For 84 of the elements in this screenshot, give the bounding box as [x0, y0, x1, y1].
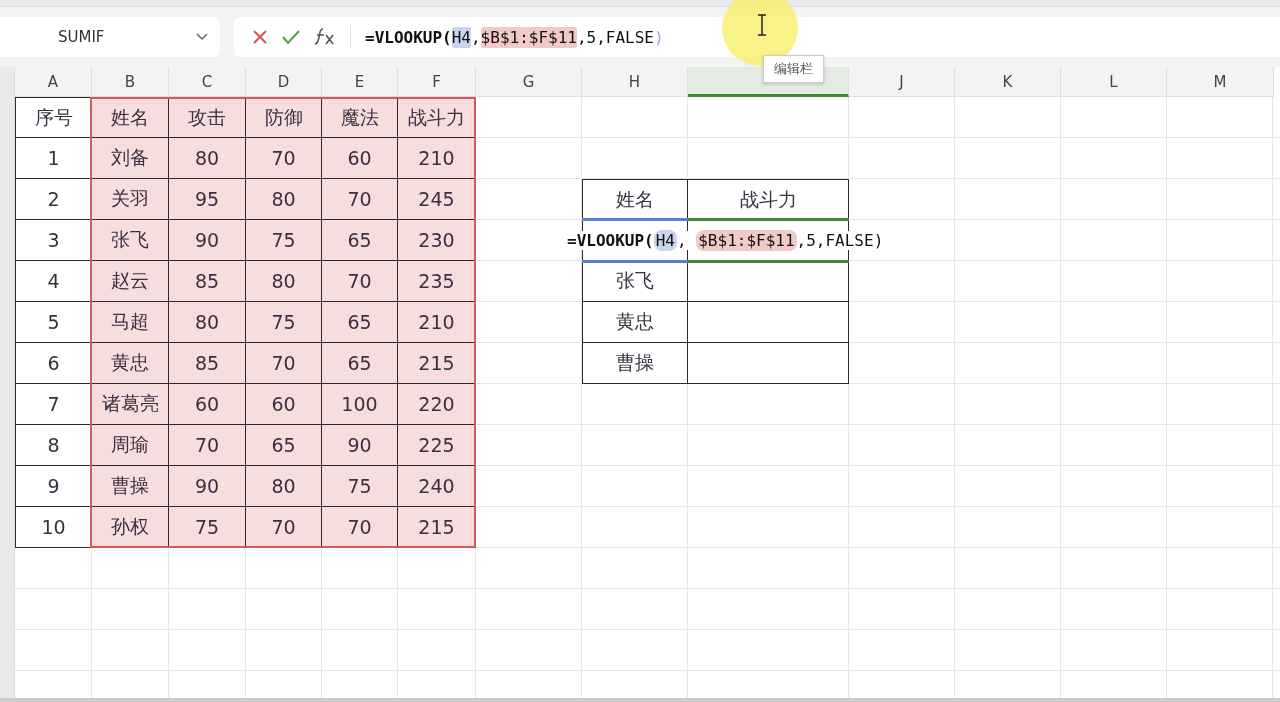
table-cell: 80 [246, 179, 322, 220]
table-cell: 6 [15, 343, 92, 384]
column-heading: 姓名 [92, 97, 169, 138]
table-cell: 刘备 [92, 138, 169, 179]
formula-text: ,5,FALSE [796, 230, 874, 251]
table-cell: 黄忠 [582, 302, 688, 343]
table-cell: 赵云 [92, 261, 169, 302]
table-cell: 65 [322, 220, 398, 261]
table-cell: 黄忠 [92, 343, 169, 384]
cell-reference: H4 [451, 26, 471, 48]
column-heading: 战斗力 [398, 97, 476, 138]
table-cell: 70 [169, 425, 246, 466]
table-cell: 80 [169, 302, 246, 343]
table-cell: 2 [15, 179, 92, 220]
table-cell: 70 [246, 138, 322, 179]
table-cell: 4 [15, 261, 92, 302]
table-cell: 215 [398, 507, 476, 548]
column-heading: 防御 [246, 97, 322, 138]
formula-text: ,5,FALSE [576, 26, 654, 48]
table-cell: 230 [398, 220, 476, 261]
table-cell: 220 [398, 384, 476, 425]
table-cell: 9 [15, 466, 92, 507]
table-cell: 85 [169, 261, 246, 302]
table-cell: 曹操 [582, 343, 688, 384]
table-cell: 65 [322, 343, 398, 384]
table-cell: 马超 [92, 302, 169, 343]
formula-text: , [470, 26, 481, 48]
table-cell: 210 [398, 138, 476, 179]
cell-reference: $B$1:$F$11 [480, 26, 577, 48]
column-heading: 魔法 [322, 97, 398, 138]
table-cell: 90 [322, 425, 398, 466]
table-cell: 75 [246, 220, 322, 261]
table-cell: 60 [246, 384, 322, 425]
table-cell: 张飞 [92, 220, 169, 261]
closing-parenthesis: ) [873, 230, 884, 251]
cell-reference: $B$1:$F$11 [696, 230, 797, 251]
table-cell: 95 [169, 179, 246, 220]
table-cell: 10 [15, 507, 92, 548]
table-cell: 215 [398, 343, 476, 384]
table-cell: 张飞 [582, 261, 688, 302]
table-cell: 80 [246, 466, 322, 507]
table-cell: 65 [246, 425, 322, 466]
table-cell: 5 [15, 302, 92, 343]
table-cell: 1 [15, 138, 92, 179]
table-cell: 90 [169, 220, 246, 261]
table-cell: 曹操 [92, 466, 169, 507]
table-cell: 65 [322, 302, 398, 343]
table-cell: 7 [15, 384, 92, 425]
column-heading: 攻击 [169, 97, 246, 138]
table-cell: 70 [322, 261, 398, 302]
closing-parenthesis: ) [654, 26, 664, 48]
table-cell: 60 [322, 138, 398, 179]
table-cell: 70 [322, 179, 398, 220]
table-cell: 100 [322, 384, 398, 425]
table-cell: 225 [398, 425, 476, 466]
table-cell: 80 [246, 261, 322, 302]
column-heading: 姓名 [582, 179, 688, 220]
table-cell: 210 [398, 302, 476, 343]
table-cell: 235 [398, 261, 476, 302]
formula-function: =VLOOKUP( [365, 26, 452, 48]
table-cell: 90 [169, 466, 246, 507]
table-cell: 75 [322, 466, 398, 507]
column-heading: 战斗力 [688, 179, 849, 220]
column-heading: 序号 [15, 97, 92, 138]
table-cell: 75 [246, 302, 322, 343]
table-cell: 240 [398, 466, 476, 507]
table-cell: 80 [169, 138, 246, 179]
table-cell: 70 [246, 343, 322, 384]
cell-reference: H4 [653, 230, 677, 251]
table-cell: 周瑜 [92, 425, 169, 466]
formula-text: , [676, 230, 688, 251]
table-cell: 70 [246, 507, 322, 548]
tooltip: 编辑栏 [763, 55, 824, 83]
table-cell: 245 [398, 179, 476, 220]
formula-function: =VLOOKUP( [567, 230, 654, 251]
table-cell: 关羽 [92, 179, 169, 220]
table-cell: 诸葛亮 [92, 384, 169, 425]
table-cell: 70 [322, 507, 398, 548]
table-cell: 85 [169, 343, 246, 384]
table-cell: 孙权 [92, 507, 169, 548]
table-cell: 60 [169, 384, 246, 425]
table-cell: 3 [15, 220, 92, 261]
table-cell: 75 [169, 507, 246, 548]
table-cell: 8 [15, 425, 92, 466]
